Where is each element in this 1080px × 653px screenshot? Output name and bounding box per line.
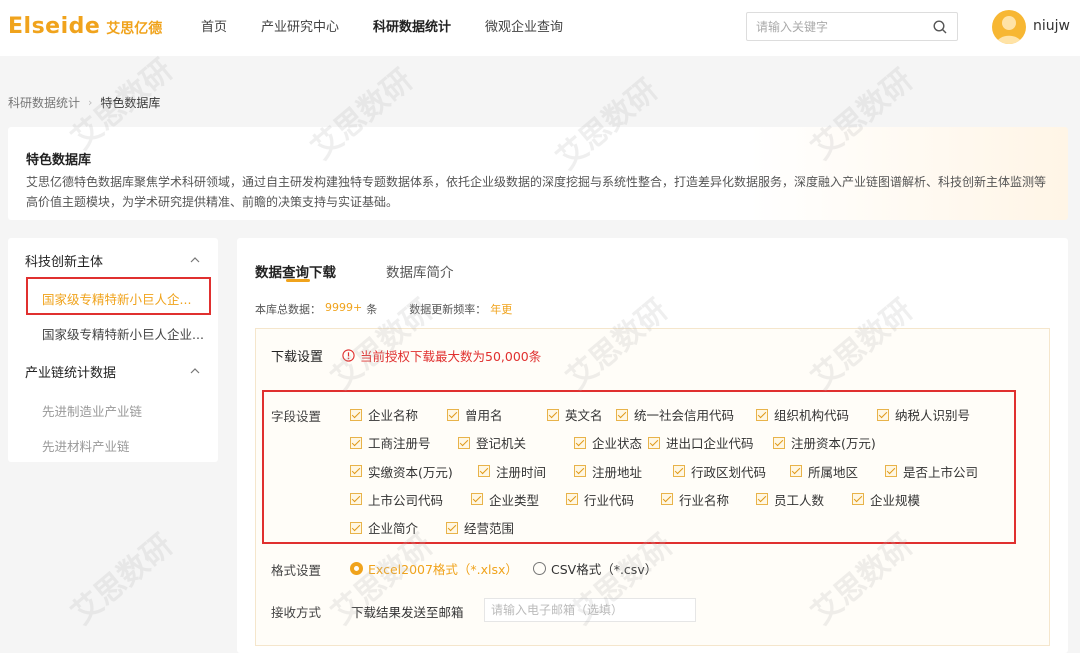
sidebar-item-advanced-manufacturing[interactable]: 先进制造业产业链 — [42, 401, 142, 420]
intro-title: 特色数据库 — [26, 153, 92, 168]
stats-total-value: 9999+ — [325, 301, 363, 314]
download-limit-warning: 当前授权下载最大数为50,000条 — [342, 346, 541, 365]
warning-text: 当前授权下载最大数为50,000条 — [360, 349, 542, 364]
sidebar-item-giant-enterprise-2[interactable]: 国家级专精特新小巨人企业... — [42, 324, 204, 343]
intro-panel: 特色数据库 艾思亿德特色数据库聚焦学术科研领域，通过自主研发构建独特专题数据体系… — [8, 127, 1068, 220]
download-settings-title: 下载设置 — [271, 350, 324, 365]
top-header: Elseide 艾思亿德 首页 产业研究中心 科研数据统计 微观企业查询 niu… — [0, 0, 1080, 56]
breadcrumb-separator-icon: › — [88, 96, 93, 109]
logo-text-cn: 艾思亿德 — [106, 21, 163, 37]
username[interactable]: niujw — [1033, 18, 1070, 34]
highlight-box-fields — [262, 390, 1016, 544]
highlight-box-sidebar — [26, 277, 211, 315]
user-avatar-icon — [996, 16, 1022, 44]
format-option-xlsx[interactable]: Excel2007格式（*.xlsx） — [350, 559, 518, 578]
nav-item-home[interactable]: 首页 — [201, 0, 227, 56]
nav-item-industry-research[interactable]: 产业研究中心 — [261, 0, 339, 56]
search-input[interactable] — [756, 18, 926, 36]
logo-text-en: Elseide — [8, 14, 101, 39]
format-settings-label: 格式设置 — [271, 563, 322, 578]
stats-freq-label: 数据更新频率： — [409, 303, 487, 316]
warning-icon — [342, 349, 355, 362]
receive-method-text: 下载结果发送至邮箱 — [351, 605, 464, 620]
main-nav: 首页 产业研究中心 科研数据统计 微观企业查询 — [201, 0, 597, 56]
breadcrumb-current: 特色数据库 — [100, 96, 161, 110]
breadcrumb-parent[interactable]: 科研数据统计 — [8, 94, 80, 111]
nav-item-research-data[interactable]: 科研数据统计 — [373, 0, 451, 56]
stats-total-label: 本库总数据： — [255, 303, 321, 316]
sidebar-group-innovation[interactable]: 科技创新主体 — [25, 251, 103, 270]
stats-total-unit: 条 — [366, 303, 378, 316]
active-tab-indicator — [286, 279, 310, 282]
tab-data-query-download[interactable]: 数据查询下载 — [255, 261, 336, 281]
intro-description: 艾思亿德特色数据库聚焦学术科研领域，通过自主研发构建独特专题数据体系，依托企业级… — [26, 175, 1047, 209]
tab-database-intro[interactable]: 数据库简介 — [386, 261, 454, 281]
sidebar-item-advanced-materials[interactable]: 先进材料产业链 — [42, 436, 130, 455]
format-option-csv[interactable]: CSV格式（*.csv） — [533, 559, 657, 578]
stats-freq-value: 年更 — [490, 303, 513, 316]
breadcrumb: 科研数据统计 › 特色数据库 — [8, 94, 160, 111]
chevron-up-icon[interactable] — [190, 366, 200, 376]
search-box — [746, 12, 958, 41]
watermark: 艾思数研 — [65, 527, 180, 632]
email-input[interactable] — [485, 599, 695, 621]
radio-selected-icon[interactable] — [350, 562, 363, 575]
email-field — [484, 598, 696, 622]
radio-unselected-icon[interactable] — [533, 562, 546, 575]
format-option-xlsx-label: Excel2007格式（*.xlsx） — [368, 562, 518, 577]
nav-item-enterprise-query[interactable]: 微观企业查询 — [485, 0, 563, 56]
tab-bar: 数据查询下载 数据库简介 — [255, 261, 454, 281]
sidebar: 科技创新主体 国家级专精特新小巨人企... 国家级专精特新小巨人企业... 产业… — [8, 238, 218, 462]
format-option-csv-label: CSV格式（*.csv） — [551, 562, 658, 577]
search-icon[interactable] — [933, 20, 947, 34]
sidebar-group-industry-chain[interactable]: 产业链统计数据 — [25, 362, 116, 381]
avatar[interactable] — [992, 10, 1026, 44]
receive-method-label: 接收方式 — [271, 605, 322, 620]
brand-logo[interactable]: Elseide 艾思亿德 — [8, 14, 162, 39]
chevron-up-icon[interactable] — [190, 255, 200, 265]
stats-line: 本库总数据： 9999+ 条 数据更新频率： 年更 — [255, 301, 512, 317]
